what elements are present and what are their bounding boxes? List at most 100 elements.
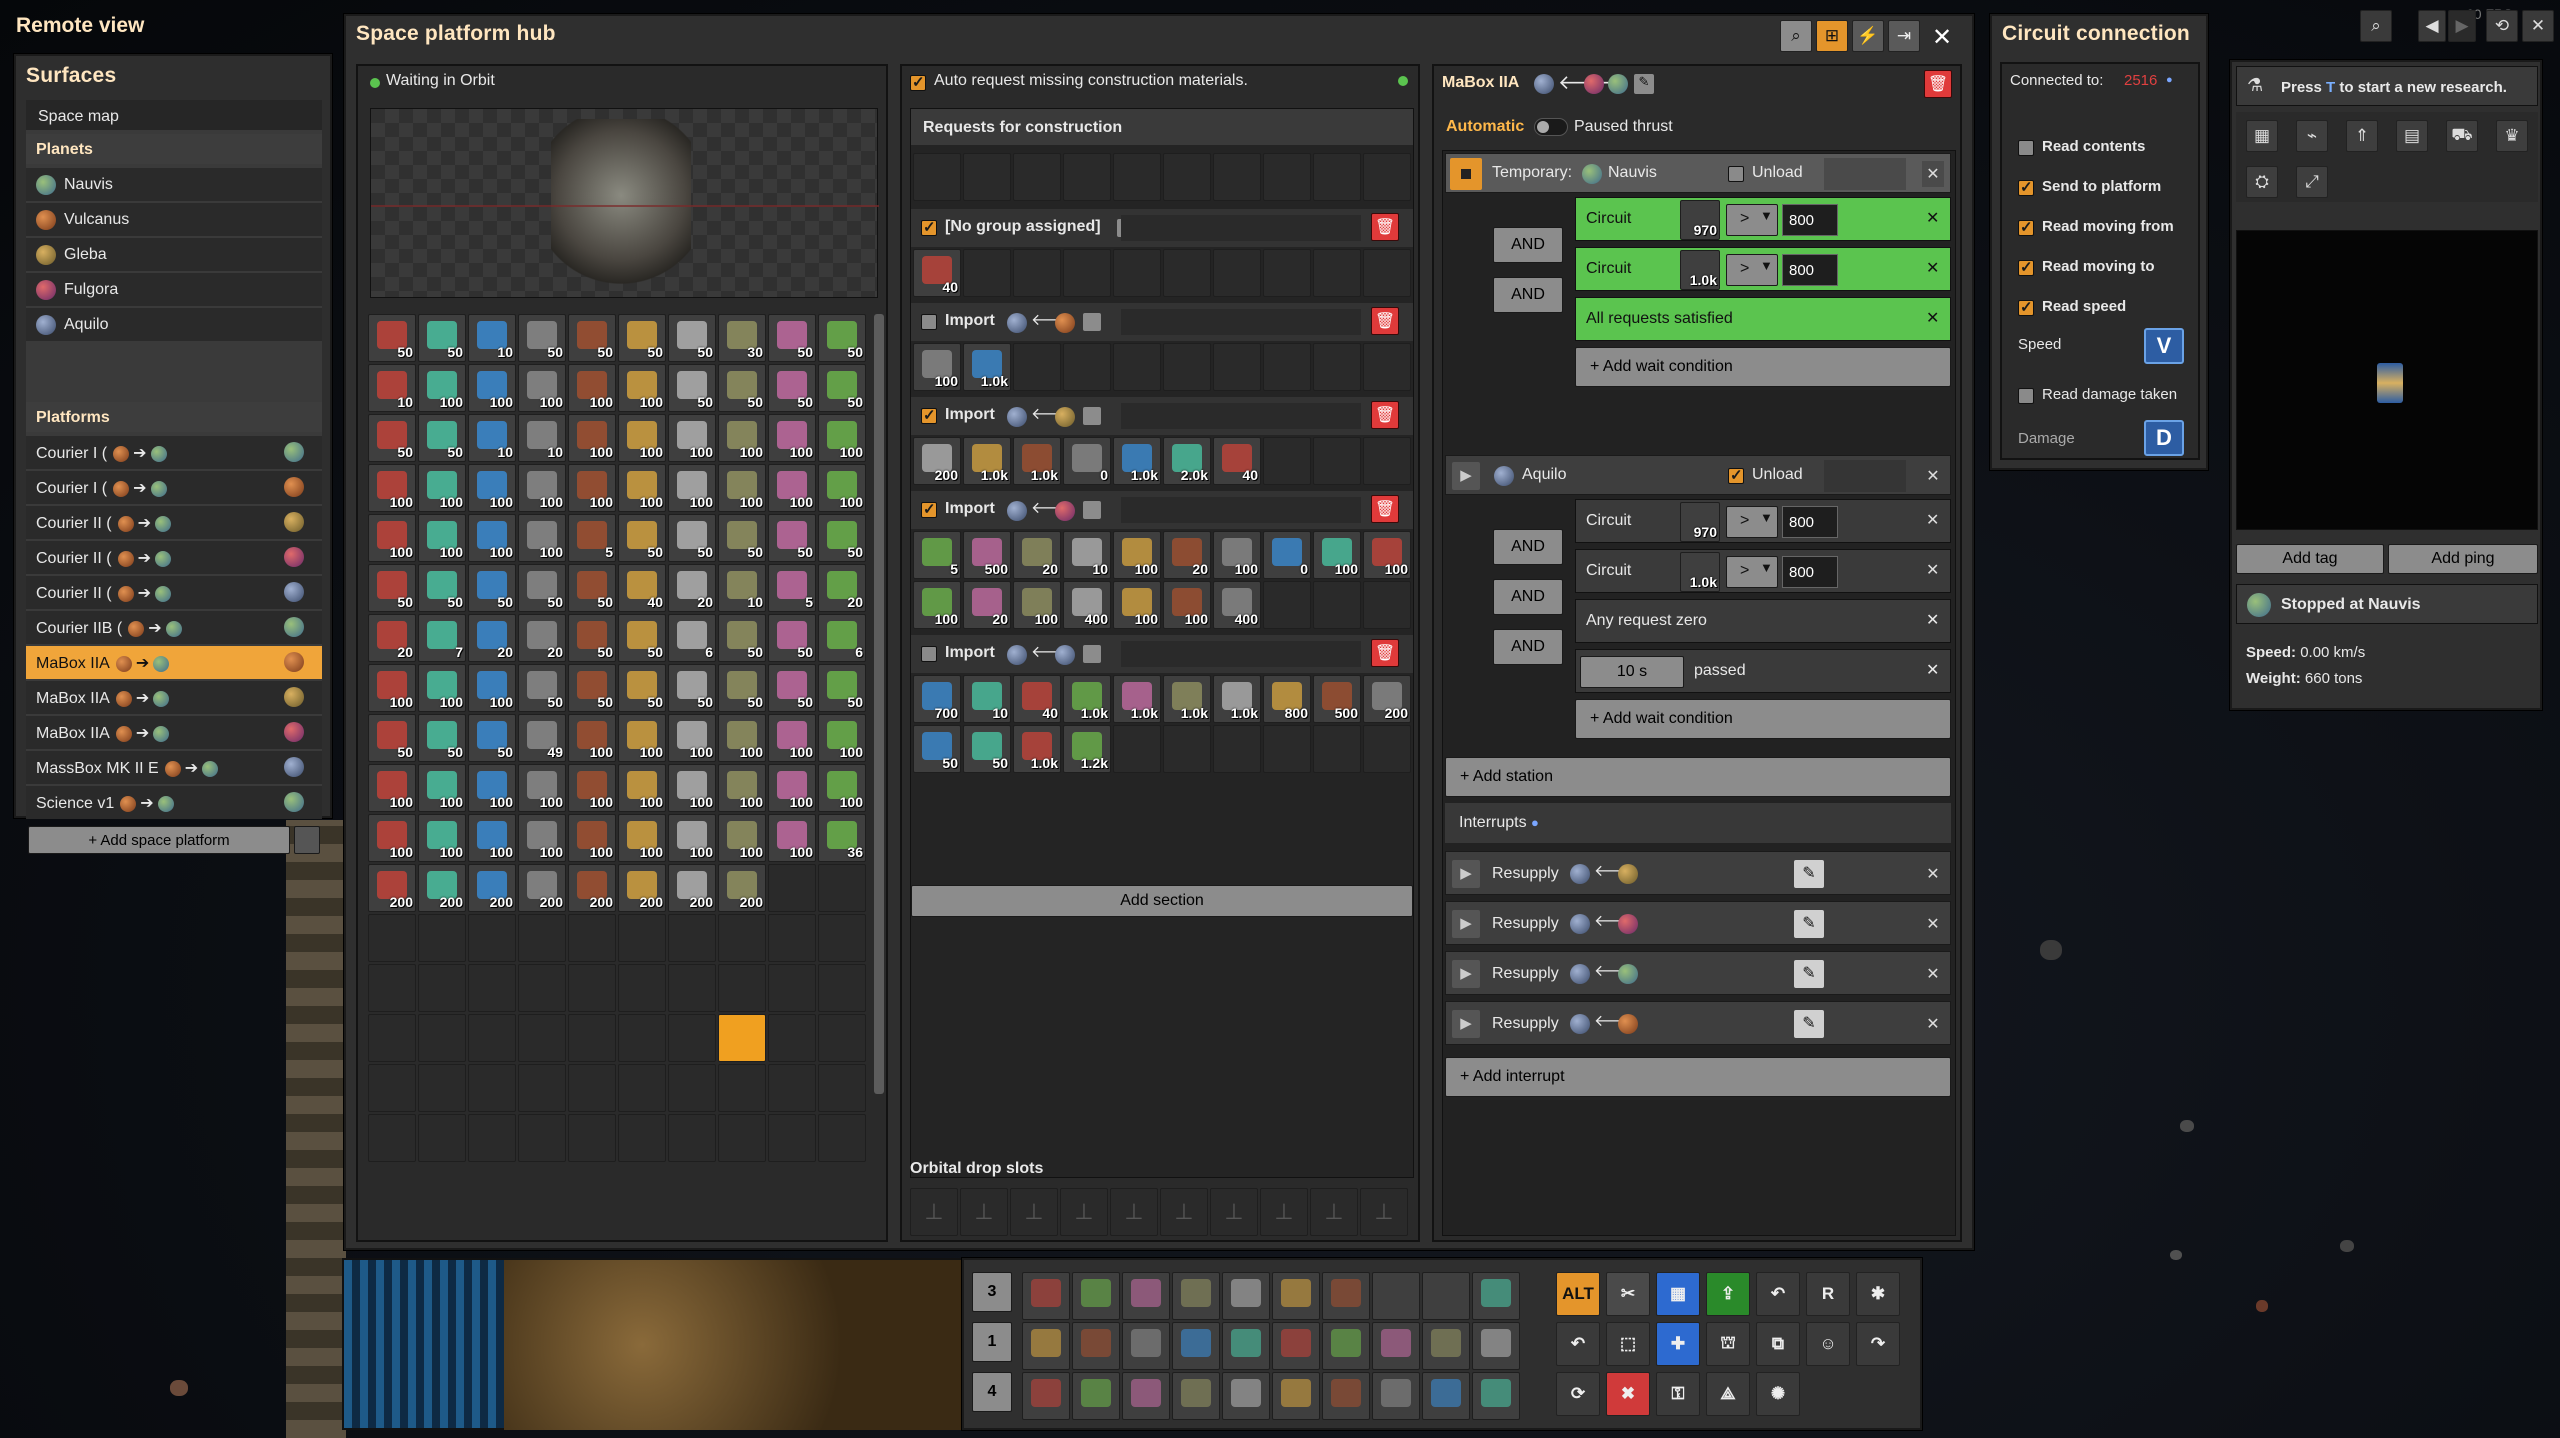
platform-item[interactable]: Courier IIB (➔: [26, 611, 322, 644]
inventory-slot[interactable]: 50: [368, 314, 416, 362]
tips-icon[interactable]: ⛭: [2246, 166, 2278, 198]
group-slot[interactable]: [1063, 153, 1111, 201]
edit-icon[interactable]: [1083, 407, 1101, 425]
copy-icon[interactable]: ⧉: [1756, 1322, 1800, 1366]
request-slot[interactable]: [1063, 343, 1111, 391]
request-slot[interactable]: [1363, 343, 1411, 391]
request-slot[interactable]: 1.0k: [963, 343, 1011, 391]
request-section-header[interactable]: Import🡐🗑: [911, 397, 1413, 435]
request-slot[interactable]: [1313, 725, 1361, 773]
section-name-field[interactable]: [1121, 309, 1361, 335]
section-enable-checkbox[interactable]: [921, 406, 937, 424]
planet-item[interactable]: Vulcanus: [26, 203, 322, 236]
close-icon[interactable]: ✕: [1926, 22, 1958, 52]
quickbar-slot[interactable]: [1372, 1322, 1420, 1370]
request-slot[interactable]: 20: [1013, 531, 1061, 579]
inventory-slot[interactable]: 100: [468, 464, 516, 512]
inventory-slot[interactable]: [668, 1064, 716, 1112]
inventory-slot[interactable]: [818, 1064, 866, 1112]
group-slot[interactable]: [963, 153, 1011, 201]
remove-condition-icon[interactable]: ✕: [1926, 208, 1939, 228]
request-slot[interactable]: 100: [1113, 531, 1161, 579]
inventory-slot[interactable]: 50: [368, 714, 416, 762]
quickbar-slot[interactable]: [1272, 1372, 1320, 1420]
inventory-slot[interactable]: 100: [768, 714, 816, 762]
group-slot[interactable]: [1263, 153, 1311, 201]
inventory-slot[interactable]: 50: [518, 314, 566, 362]
delete-section-button[interactable]: 🗑: [1371, 213, 1399, 241]
platform-item[interactable]: Courier I (➔: [26, 436, 322, 469]
read-damage-checkbox[interactable]: [2018, 388, 2034, 404]
circuit-option-checkbox[interactable]: [2018, 140, 2034, 156]
inventory-slot[interactable]: 100: [718, 714, 766, 762]
inventory-slot[interactable]: 100: [818, 764, 866, 812]
inventory-slot[interactable]: [618, 964, 666, 1012]
inventory-slot[interactable]: 6: [668, 614, 716, 662]
quickbar-page-button[interactable]: 1: [972, 1322, 1012, 1362]
inventory-slot[interactable]: 100: [718, 814, 766, 862]
wait-condition[interactable]: Circuit 1.0k > ▼ 800 ✕: [1575, 247, 1951, 291]
inventory-slot[interactable]: 100: [718, 464, 766, 512]
remove-condition-icon[interactable]: ✕: [1926, 510, 1939, 530]
request-slot[interactable]: 1.0k: [1063, 675, 1111, 723]
interrupt-item[interactable]: ▶ Resupply 🡐 ✎ ✕: [1445, 901, 1951, 945]
quickbar-slot[interactable]: [1222, 1322, 1270, 1370]
inventory-slot[interactable]: 100: [518, 764, 566, 812]
request-slot[interactable]: 100: [1113, 581, 1161, 629]
orbital-drop-slot[interactable]: ⊥: [1360, 1188, 1408, 1236]
request-slot[interactable]: [1013, 249, 1061, 297]
orbital-drop-slot[interactable]: ⊥: [1310, 1188, 1358, 1236]
request-slot[interactable]: [1213, 725, 1261, 773]
request-slot[interactable]: 1.0k: [963, 437, 1011, 485]
inventory-slot[interactable]: 50: [768, 314, 816, 362]
time-condition[interactable]: 10 s passed ✕: [1575, 649, 1951, 693]
inventory-slot[interactable]: [668, 1014, 716, 1062]
speed-signal-slot[interactable]: V: [2144, 328, 2184, 364]
circuit-option-checkbox[interactable]: [2018, 298, 2034, 316]
redo-icon[interactable]: ↷: [1856, 1322, 1900, 1366]
inventory-slot[interactable]: 100: [418, 664, 466, 712]
request-slot[interactable]: [1313, 249, 1361, 297]
request-slot[interactable]: 100: [1013, 581, 1061, 629]
orbital-drop-slot[interactable]: ⊥: [1210, 1188, 1258, 1236]
remove-interrupt-icon[interactable]: ✕: [1922, 961, 1944, 987]
alt-mode-button[interactable]: ALT: [1556, 1272, 1600, 1316]
circuit-option-checkbox[interactable]: [2018, 218, 2034, 236]
inventory-slot[interactable]: 50: [718, 614, 766, 662]
inventory-slot[interactable]: 50: [418, 314, 466, 362]
request-slot[interactable]: 1.0k: [1113, 437, 1161, 485]
platform-extra-button[interactable]: [294, 826, 320, 854]
request-slot[interactable]: [1363, 725, 1411, 773]
all-requests-condition[interactable]: All requests satisfied ✕: [1575, 297, 1951, 341]
request-slot[interactable]: 0: [1063, 437, 1111, 485]
inventory-slot[interactable]: [518, 914, 566, 962]
refresh-icon[interactable]: ⟲: [2486, 10, 2518, 42]
inventory-slot[interactable]: 100: [568, 714, 616, 762]
inventory-slot[interactable]: [718, 1064, 766, 1112]
request-slot[interactable]: [1163, 249, 1211, 297]
add-interrupt-button[interactable]: + Add interrupt: [1445, 1057, 1951, 1097]
network-id[interactable]: 2516: [2124, 72, 2157, 89]
inventory-slot[interactable]: 100: [768, 464, 816, 512]
inventory-slot[interactable]: [668, 1114, 716, 1162]
section-name-field[interactable]: [1121, 215, 1361, 241]
quickbar-slot[interactable]: [1022, 1272, 1070, 1320]
key-icon[interactable]: ⚿: [1656, 1372, 1700, 1416]
add-wait-condition-button[interactable]: + Add wait condition: [1575, 699, 1951, 739]
inventory-slot[interactable]: 100: [468, 814, 516, 862]
quickbar-slot[interactable]: [1422, 1272, 1470, 1320]
inventory-slot[interactable]: [368, 1114, 416, 1162]
inventory-slot[interactable]: [668, 964, 716, 1012]
request-slot[interactable]: 100: [913, 581, 961, 629]
remove-station-icon[interactable]: ✕: [1922, 161, 1944, 187]
quickbar-slot[interactable]: [1072, 1372, 1120, 1420]
request-slot[interactable]: 1.0k: [1163, 675, 1211, 723]
inventory-slot[interactable]: [368, 964, 416, 1012]
delete-section-button[interactable]: 🗑: [1371, 495, 1399, 523]
request-section-header[interactable]: [No group assigned] 🗑: [911, 209, 1413, 247]
automatic-toggle[interactable]: [1534, 118, 1568, 136]
inventory-slot[interactable]: 50: [768, 664, 816, 712]
request-slot[interactable]: [1113, 725, 1161, 773]
section-name-field[interactable]: [1121, 497, 1361, 523]
inventory-slot[interactable]: 100: [518, 364, 566, 412]
